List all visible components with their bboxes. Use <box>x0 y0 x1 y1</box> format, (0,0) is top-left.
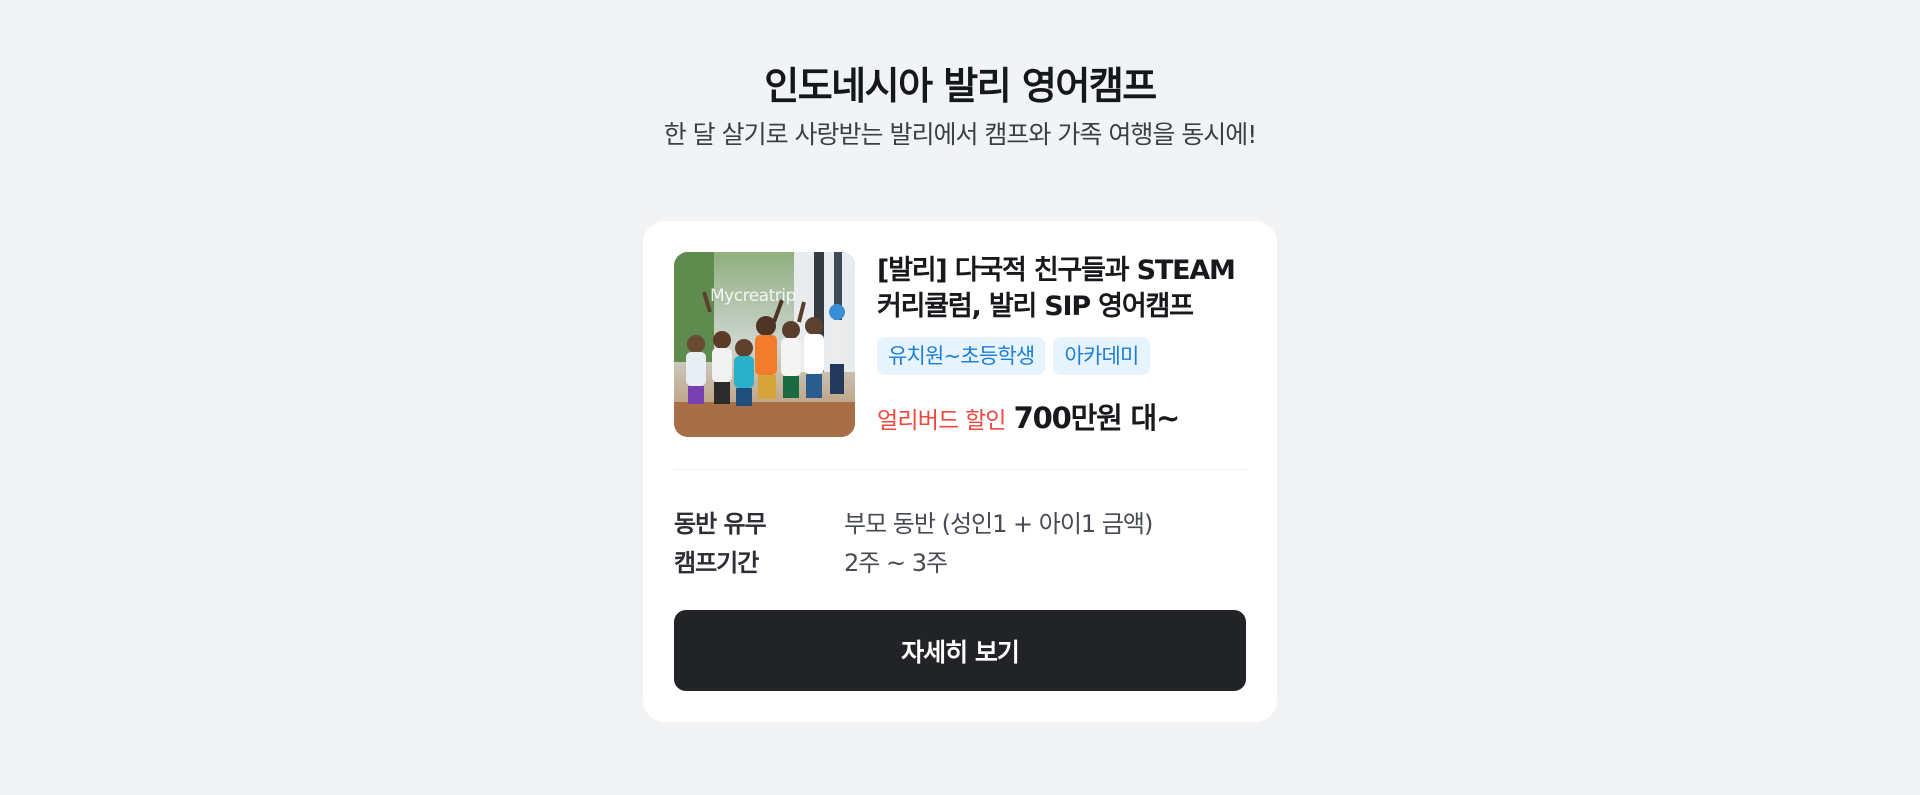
tag-category: 아카데미 <box>1053 337 1150 375</box>
page-title: 인도네시아 발리 영어캠프 <box>764 64 1157 108</box>
detail-row-companion: 동반 유무 부모 동반 (성인1 + 아이1 금액) <box>674 502 1246 541</box>
detail-label: 동반 유무 <box>674 510 767 538</box>
price: 700만원 대~ <box>1013 401 1181 435</box>
card-top: Mycreatrip [발리] 다국적 친구들과 STEAM 커리큘럼, 발리 … <box>674 252 1246 437</box>
tag-age: 유치원~초등학생 <box>877 337 1046 375</box>
discount-label: 얼리버드 할인 <box>877 408 1006 434</box>
detail-value: 부모 동반 (성인1 + 아이1 금액) <box>844 510 1153 538</box>
view-details-button[interactable]: 자세히 보기 <box>674 610 1246 691</box>
camp-info: [발리] 다국적 친구들과 STEAM 커리큘럼, 발리 SIP 영어캠프 유치… <box>877 252 1246 437</box>
tag-list: 유치원~초등학생 아카데미 <box>877 337 1246 375</box>
group-photo-image <box>674 252 855 437</box>
product-title[interactable]: [발리] 다국적 친구들과 STEAM 커리큘럼, 발리 SIP 영어캠프 <box>877 253 1246 325</box>
thumbnail-watermark: Mycreatrip <box>710 286 796 306</box>
page-subtitle: 한 달 살기로 사랑받는 발리에서 캠프와 가족 여행을 동시에! <box>663 120 1258 149</box>
detail-value: 2주 ~ 3주 <box>844 549 948 577</box>
camp-card[interactable]: Mycreatrip [발리] 다국적 친구들과 STEAM 커리큘럼, 발리 … <box>643 221 1277 722</box>
detail-list: 동반 유무 부모 동반 (성인1 + 아이1 금액) 캠프기간 2주 ~ 3주 <box>674 502 1246 580</box>
price-row: 얼리버드 할인 700만원 대~ <box>877 395 1246 437</box>
camp-thumbnail[interactable]: Mycreatrip <box>674 252 855 437</box>
page: 인도네시아 발리 영어캠프 한 달 살기로 사랑받는 발리에서 캠프와 가족 여… <box>0 0 1920 795</box>
header: 인도네시아 발리 영어캠프 한 달 살기로 사랑받는 발리에서 캠프와 가족 여… <box>0 60 1920 152</box>
detail-row-period: 캠프기간 2주 ~ 3주 <box>674 541 1246 580</box>
detail-label: 캠프기간 <box>674 549 759 577</box>
divider <box>674 469 1246 470</box>
